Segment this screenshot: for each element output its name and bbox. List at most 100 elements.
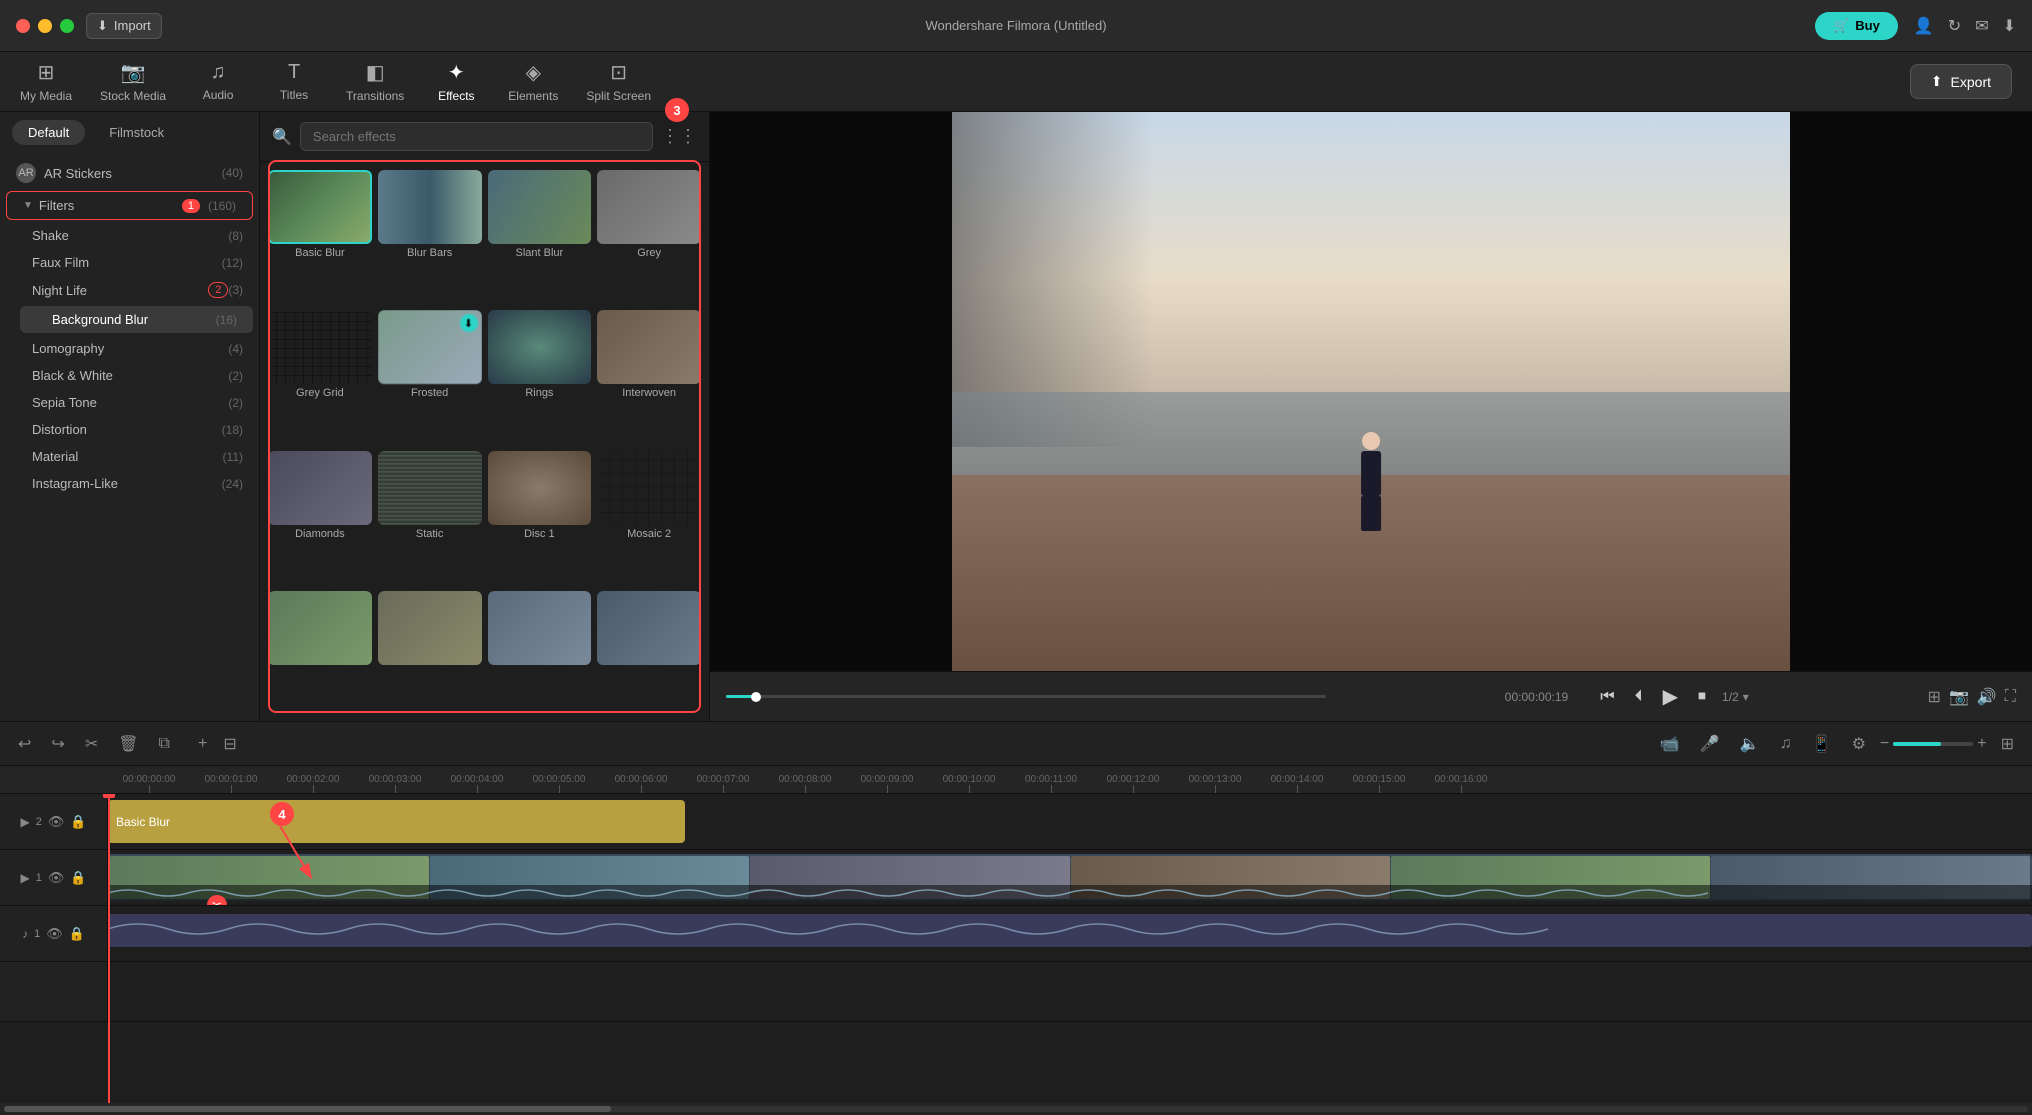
music-note-icon[interactable]: ♫ <box>1774 731 1798 757</box>
progress-bar[interactable] <box>726 695 1326 698</box>
volume-icon[interactable]: 🔊 <box>1977 687 1997 707</box>
sidebar-item-faux-film[interactable]: Faux Film (12) <box>0 249 259 276</box>
frame-back-button[interactable]: ⏴ <box>1631 684 1647 710</box>
effect-rings[interactable]: Rings <box>488 310 592 444</box>
toolbar-effects[interactable]: ✦ Effects <box>432 60 480 103</box>
person-figure <box>1329 432 1413 531</box>
effect-row4b[interactable] <box>378 591 482 713</box>
sidebar-item-lomography[interactable]: Lomography (4) <box>0 335 259 362</box>
mic-icon[interactable]: 🎤 <box>1694 730 1726 758</box>
track-v2-visibility[interactable]: 👁 <box>48 814 65 830</box>
track-v2: ▶ 2 👁 🔒 Basic Blur <box>0 794 2032 850</box>
effect-disc1[interactable]: Disc 1 <box>488 451 592 585</box>
effect-slant-blur[interactable]: Slant Blur <box>488 170 592 304</box>
import-button[interactable]: ⬇ Import <box>86 13 162 39</box>
sidebar-item-ar-stickers[interactable]: AR AR Stickers (40) <box>0 157 259 189</box>
sidebar-item-distortion[interactable]: Distortion (18) <box>0 416 259 443</box>
video-clip[interactable] <box>108 854 2032 901</box>
stop-button[interactable]: ⏹ <box>1694 684 1710 710</box>
track-empty-content <box>108 962 2032 1021</box>
sidebar-item-background-blur[interactable]: Background Blur (16) <box>20 306 253 333</box>
effect-row4a[interactable] <box>268 591 372 713</box>
annotation-3: 3 <box>665 98 689 122</box>
night-life-label: Night Life <box>32 283 202 298</box>
redo-button[interactable]: ↪ <box>45 730 70 758</box>
fullscreen-icon[interactable]: ⛶ <box>2005 688 2016 706</box>
screenshot-icon[interactable]: 📷 <box>1949 687 1969 707</box>
export-button[interactable]: ⬆ Export <box>1910 64 2012 99</box>
effect-grey[interactable]: Grey <box>597 170 701 304</box>
sidebar-item-filters[interactable]: ▼ Filters 1 (160) <box>6 191 253 220</box>
effect-grey-grid[interactable]: Grey Grid <box>268 310 372 444</box>
minimize-button[interactable] <box>38 19 52 33</box>
track-a1-lock[interactable]: 🔒 <box>69 926 85 942</box>
toolbar-split-screen[interactable]: ⊡ Split Screen <box>586 60 651 103</box>
material-label: Material <box>32 449 223 464</box>
effect-row4c[interactable] <box>488 591 592 713</box>
undo-button[interactable]: ↩ <box>12 730 37 758</box>
toolbar-my-media[interactable]: ⊞ My Media <box>20 60 72 103</box>
effect-label-row4c <box>488 665 592 671</box>
buy-button[interactable]: 🛒 Buy <box>1815 12 1898 40</box>
effect-basic-blur[interactable]: Basic Blur <box>268 170 372 304</box>
track-v1-lock[interactable]: 🔒 <box>70 870 86 886</box>
cut-button[interactable]: ✂ <box>79 730 104 758</box>
tab-filmstock[interactable]: Filmstock <box>93 120 180 145</box>
track-v2-lock[interactable]: 🔒 <box>70 814 86 830</box>
track-v1-icon: ▶ <box>20 871 29 885</box>
delete-button[interactable]: 🗑 <box>112 730 144 758</box>
grid-view-icon[interactable]: ⋮⋮ <box>661 126 697 147</box>
toolbar-elements[interactable]: ◈ Elements <box>508 60 558 103</box>
track-v1-visibility[interactable]: 👁 <box>48 870 65 886</box>
elements-label: Elements <box>508 89 558 103</box>
play-button[interactable]: ▶ <box>1659 680 1682 713</box>
scrollbar-thumb[interactable] <box>4 1106 611 1112</box>
effect-static[interactable]: Static <box>378 451 482 585</box>
toolbar-stock-media[interactable]: 📷 Stock Media <box>100 60 166 103</box>
toolbar-transitions[interactable]: ◧ Transitions <box>346 60 404 103</box>
instagram-like-label: Instagram-Like <box>32 476 222 491</box>
camera-icon[interactable]: 📹 <box>1654 730 1686 758</box>
titlebar: ⬇ Import Wondershare Filmora (Untitled) … <box>0 0 2032 52</box>
phone-icon[interactable]: 📱 <box>1806 730 1838 758</box>
toolbar-audio[interactable]: ♫ Audio <box>194 61 242 102</box>
speaker-icon[interactable]: 🔈 <box>1734 730 1766 758</box>
sidebar-item-instagram-like[interactable]: Instagram-Like (24) <box>0 470 259 497</box>
ripple-button[interactable]: ⧉ <box>153 731 176 757</box>
sidebar-item-shake[interactable]: Shake (8) <box>0 222 259 249</box>
zoom-in-icon[interactable]: + <box>1977 735 1986 753</box>
effect-interwoven[interactable]: Interwoven <box>597 310 701 444</box>
skip-back-button[interactable]: ⏮ <box>1596 684 1618 710</box>
fullscreen-button[interactable] <box>60 19 74 33</box>
tab-default[interactable]: Default <box>12 120 85 145</box>
grid-toggle-icon[interactable]: ⊞ <box>1995 730 2020 758</box>
search-input[interactable] <box>300 122 653 151</box>
settings-icon[interactable]: ⚙ <box>1846 730 1872 758</box>
mail-icon[interactable]: ✉ <box>1975 16 1988 36</box>
fit-to-screen-icon[interactable]: ⊞ <box>1928 687 1941 707</box>
effect-diamonds[interactable]: Diamonds <box>268 451 372 585</box>
sidebar-item-sepia-tone[interactable]: Sepia Tone (2) <box>0 389 259 416</box>
fit-timeline-button[interactable]: ⊟ <box>217 730 242 758</box>
track-a1-visibility[interactable]: 👁 <box>46 926 63 942</box>
effect-blur-bars[interactable]: Blur Bars <box>378 170 482 304</box>
sidebar-item-night-life[interactable]: Night Life 2 (3) <box>0 276 259 304</box>
ruler-mark-0: 00:00:00:00 <box>108 774 190 793</box>
user-icon[interactable]: 👤 <box>1914 16 1934 36</box>
sidebar-item-material[interactable]: Material (11) <box>0 443 259 470</box>
download-icon[interactable]: ⬇ <box>2003 16 2016 36</box>
effect-frosted[interactable]: ⬇ Frosted <box>378 310 482 444</box>
refresh-icon[interactable]: ↻ <box>1948 16 1961 36</box>
ruler-mark-14: 00:00:14:00 <box>1256 774 1338 793</box>
audio-clip[interactable] <box>108 914 2032 947</box>
zoom-out-icon[interactable]: − <box>1880 735 1889 753</box>
speed-dropdown-icon[interactable]: ▾ <box>1743 690 1749 704</box>
toolbar-titles[interactable]: T Titles <box>270 61 318 102</box>
effect-mosaic2[interactable]: Mosaic 2 <box>597 451 701 585</box>
clip-basic-blur[interactable]: Basic Blur <box>108 800 685 843</box>
scrollbar-track[interactable] <box>4 1106 2028 1112</box>
close-button[interactable] <box>16 19 30 33</box>
effect-row4d[interactable] <box>597 591 701 713</box>
add-track-button[interactable]: + <box>192 731 213 757</box>
sidebar-item-black-white[interactable]: Black & White (2) <box>0 362 259 389</box>
